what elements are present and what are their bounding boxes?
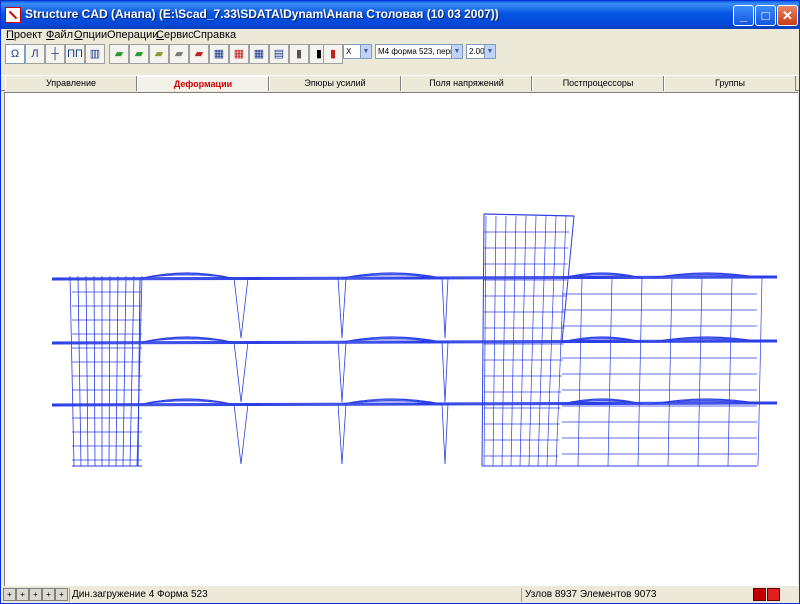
menu-bar: Проект Файл Опции Операции Сервис Справк… — [1, 29, 799, 43]
tool-button-2[interactable]: Л — [25, 44, 45, 64]
title-bar[interactable]: Structure CAD (Анапа) (E:\Scad_7.33\SDAT… — [1, 1, 799, 29]
chevron-down-icon[interactable]: ▼ — [451, 45, 462, 58]
model-line-82 — [240, 277, 249, 339]
status-separator — [521, 588, 522, 602]
model-line-63 — [115, 275, 119, 467]
model-line-60 — [93, 275, 96, 467]
model-line-87 — [337, 277, 343, 339]
scale-value: 2.00 — [469, 47, 485, 56]
scale-select[interactable]: 2.00 ▼ — [466, 44, 496, 59]
model-line-59 — [85, 275, 89, 467]
zoom-icon[interactable]: + — [3, 588, 16, 601]
tool-button-3[interactable]: ┼ — [45, 44, 65, 64]
model-line-92 — [341, 403, 347, 465]
tool-button-4[interactable]: ПП — [65, 44, 85, 64]
status-separator — [69, 588, 70, 602]
maximize-button[interactable]: □ — [755, 5, 776, 26]
menu-service[interactable]: Сервис — [156, 29, 194, 41]
menu-operations[interactable]: Операции — [107, 29, 158, 41]
model-line-88 — [341, 277, 347, 339]
tab-control[interactable]: Управление — [5, 76, 137, 91]
model-line-83 — [233, 341, 242, 403]
chevron-down-icon[interactable]: ▼ — [484, 45, 495, 58]
tool-button-12[interactable]: ▦ — [229, 44, 249, 64]
zoom-icon[interactable]: + — [29, 588, 42, 601]
load-case-status: Дин.загружение 4 Форма 523 — [72, 589, 208, 600]
tool-button-5[interactable]: ▥ — [85, 44, 105, 64]
tool-button-9[interactable]: ▰ — [169, 44, 189, 64]
tool-button-8[interactable]: ▰ — [149, 44, 169, 64]
tab-groups[interactable]: Группы — [664, 76, 796, 91]
menu-help[interactable]: Справка — [193, 29, 236, 41]
model-line-65 — [129, 275, 135, 467]
model-line-62 — [108, 275, 111, 467]
model-line-98 — [444, 403, 449, 465]
status-bar: + + + + + Дин.загружение 4 Форма 523 Узл… — [1, 587, 799, 603]
model-line-97 — [441, 403, 446, 465]
tool-button-11[interactable]: ▦ — [209, 44, 229, 64]
model-line-95 — [441, 341, 446, 403]
model-line-85 — [233, 403, 242, 465]
tool-button-10[interactable]: ▰ — [189, 44, 209, 64]
direction-select[interactable]: X ▼ — [343, 44, 372, 59]
model-line-94 — [444, 277, 449, 339]
tab-stress-fields[interactable]: Поля напряжений — [401, 76, 532, 91]
menu-file[interactable]: Файл — [46, 29, 73, 41]
close-button[interactable]: ✕ — [777, 5, 798, 26]
menu-project[interactable]: Проект — [6, 29, 42, 41]
model-line-96 — [444, 341, 449, 403]
zoom-icon[interactable]: + — [16, 588, 29, 601]
model-line-100 — [481, 213, 485, 467]
tab-deformations[interactable]: Деформации — [137, 76, 269, 91]
chevron-down-icon[interactable]: ▼ — [360, 45, 371, 58]
direction-value: X — [346, 47, 352, 56]
model-line-91 — [337, 403, 343, 465]
model-line-93 — [441, 277, 446, 339]
model-viewport[interactable] — [4, 92, 798, 586]
minimize-button[interactable]: _ — [733, 5, 754, 26]
tool-button-1[interactable]: Ω — [5, 44, 25, 64]
tool-button-7[interactable]: ▰ — [129, 44, 149, 64]
node-element-count: Узлов 8937 Элементов 9073 — [525, 589, 657, 600]
window-title: Structure CAD (Анапа) (E:\Scad_7.33\SDAT… — [25, 7, 499, 21]
tab-row: Управление Деформации Эпюры усилий Поля … — [1, 75, 799, 91]
model-line-58 — [77, 275, 82, 467]
tab-force-diagrams[interactable]: Эпюры усилий — [269, 76, 401, 91]
model-line-81 — [233, 277, 242, 339]
menu-options[interactable]: Опции — [74, 29, 107, 41]
zoom-icon[interactable]: + — [55, 588, 68, 601]
zoom-icon[interactable]: + — [42, 588, 55, 601]
mode-select[interactable]: M4 форма 523, период 0 ▼ — [375, 44, 463, 59]
tool-button-14[interactable]: ▤ — [269, 44, 289, 64]
model-line-86 — [240, 403, 249, 465]
tool-button-6[interactable]: ▰ — [109, 44, 129, 64]
deformed-model-drawing — [51, 213, 778, 467]
app-window: Structure CAD (Анапа) (E:\Scad_7.33\SDAT… — [0, 0, 800, 604]
tool-button-15[interactable]: ▮ — [289, 44, 309, 64]
tool-button-13[interactable]: ▦ — [249, 44, 269, 64]
toolbar: Ω Л ┼ ПП ▥ ▰ ▰ ▰ ▰ ▰ ▦ ▦ ▦ ▤ ▮ ▮ ▮ X ▼ M… — [1, 43, 799, 65]
model-line-90 — [341, 341, 347, 403]
model-line-57 — [69, 275, 75, 467]
status-indicator-icon — [767, 588, 780, 601]
model-line-84 — [240, 341, 249, 403]
model-line-64 — [122, 275, 127, 467]
app-icon[interactable] — [5, 7, 21, 23]
model-line-132 — [757, 277, 763, 467]
tab-postprocessors[interactable]: Постпроцессоры — [532, 76, 664, 91]
model-line-89 — [337, 341, 343, 403]
status-indicator-icon — [753, 588, 766, 601]
tool-button-17[interactable]: ▮ — [323, 44, 343, 64]
model-line-99 — [483, 213, 575, 217]
